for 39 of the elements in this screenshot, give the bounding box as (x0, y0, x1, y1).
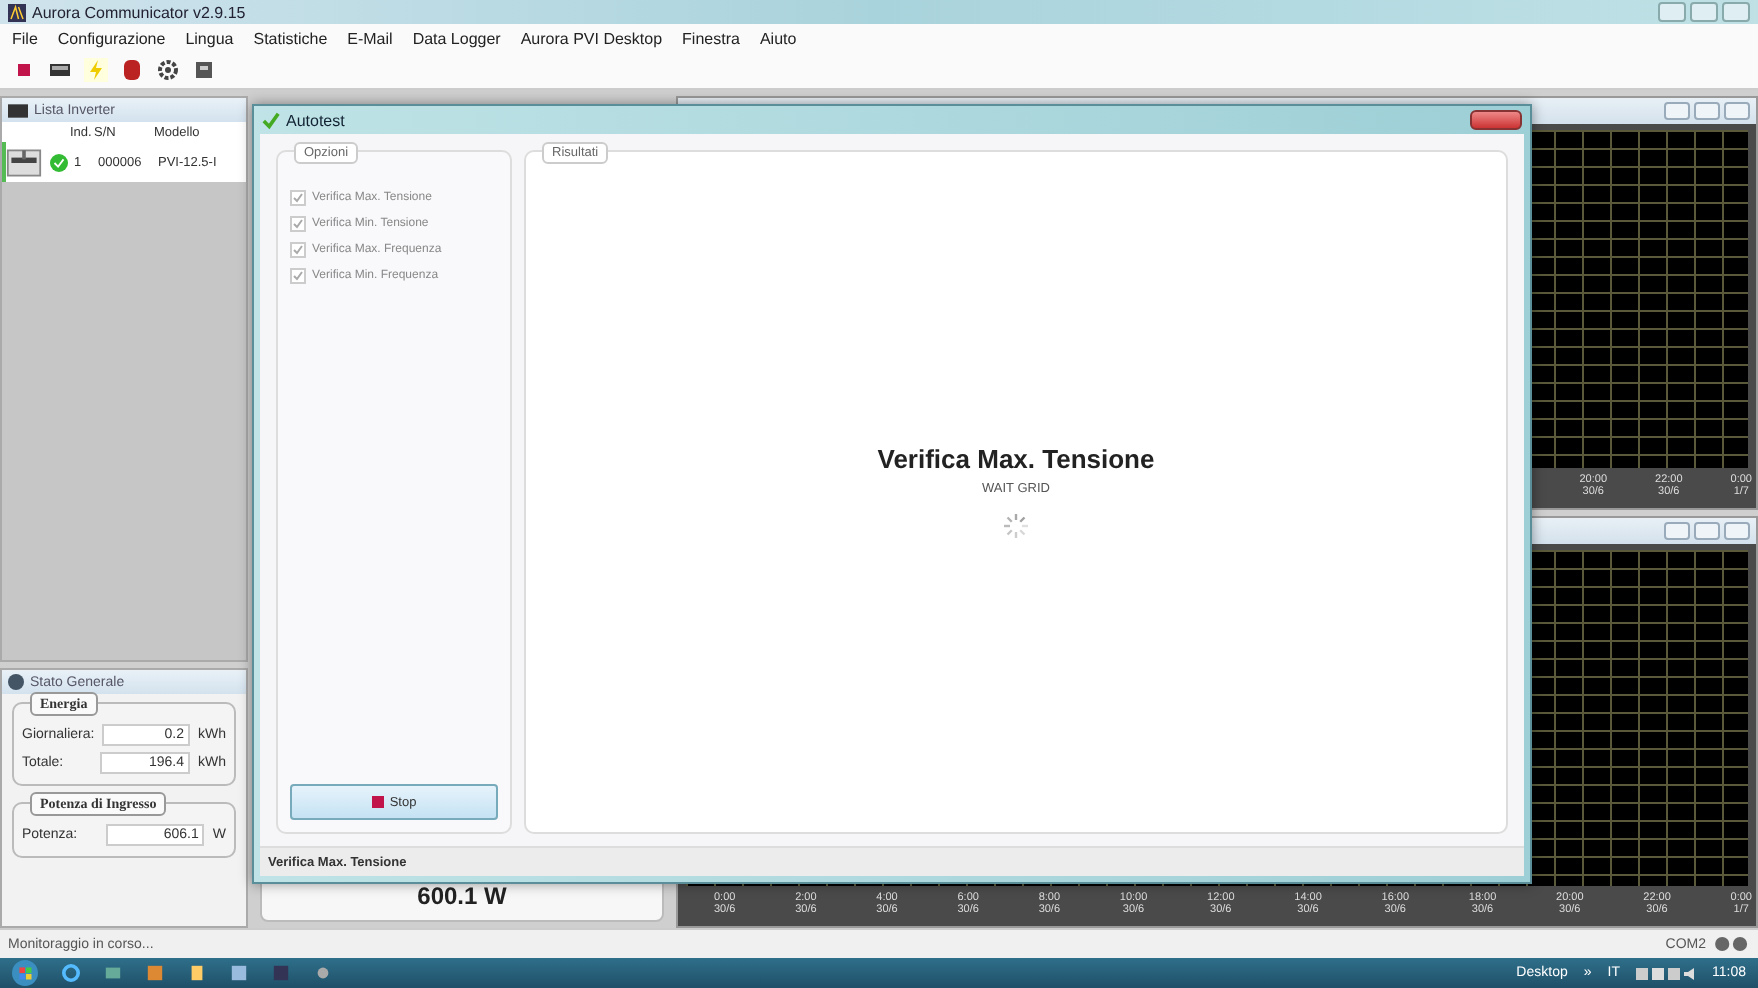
inverter-icon[interactable] (48, 58, 72, 82)
stop-icon[interactable] (12, 58, 36, 82)
dialog-title: Autotest (286, 111, 345, 129)
settings-icon[interactable] (156, 58, 180, 82)
close-button[interactable] (1470, 110, 1522, 130)
menu-item[interactable]: Configurazione (57, 29, 166, 47)
device-icon[interactable] (192, 58, 216, 82)
menu-item[interactable]: Lingua (185, 29, 234, 47)
database-icon[interactable] (120, 58, 144, 82)
maximize-button[interactable] (1694, 102, 1720, 120)
menu-item[interactable]: File (12, 29, 38, 47)
menu-item[interactable]: Aiuto (759, 29, 797, 47)
menu-item[interactable]: Finestra (682, 29, 740, 47)
start-button[interactable] (12, 960, 38, 986)
connection-icon (1714, 936, 1750, 952)
menu-item[interactable]: Data Logger (412, 29, 501, 47)
inverter-icon (6, 147, 42, 177)
maximize-button[interactable] (1690, 2, 1718, 22)
browser-icon[interactable] (62, 964, 80, 982)
lightning-icon[interactable] (84, 58, 108, 82)
minimize-button[interactable] (1664, 102, 1690, 120)
spinner-icon (1002, 512, 1030, 540)
close-button[interactable] (1722, 2, 1750, 22)
checkmark-icon (262, 111, 280, 129)
minimize-button[interactable] (1664, 521, 1690, 539)
menu-item[interactable]: Statistiche (253, 29, 328, 47)
maximize-button[interactable] (1694, 521, 1720, 539)
window-title: Aurora Communicator v2.9.15 (32, 3, 246, 21)
test-heading: Verifica Max. Tensione (877, 444, 1155, 474)
menu-item[interactable]: E-Mail (347, 29, 393, 47)
document-icon[interactable] (188, 964, 206, 982)
close-button[interactable] (1724, 102, 1750, 120)
minimize-button[interactable] (1658, 2, 1686, 22)
inverter-icon (8, 103, 28, 117)
menu-item[interactable]: Aurora PVI Desktop (520, 29, 663, 47)
close-button[interactable] (1724, 521, 1750, 539)
status-ok-icon (50, 153, 68, 171)
stop-icon (371, 796, 384, 808)
tray-icons-drawing[interactable] (1636, 965, 1696, 981)
